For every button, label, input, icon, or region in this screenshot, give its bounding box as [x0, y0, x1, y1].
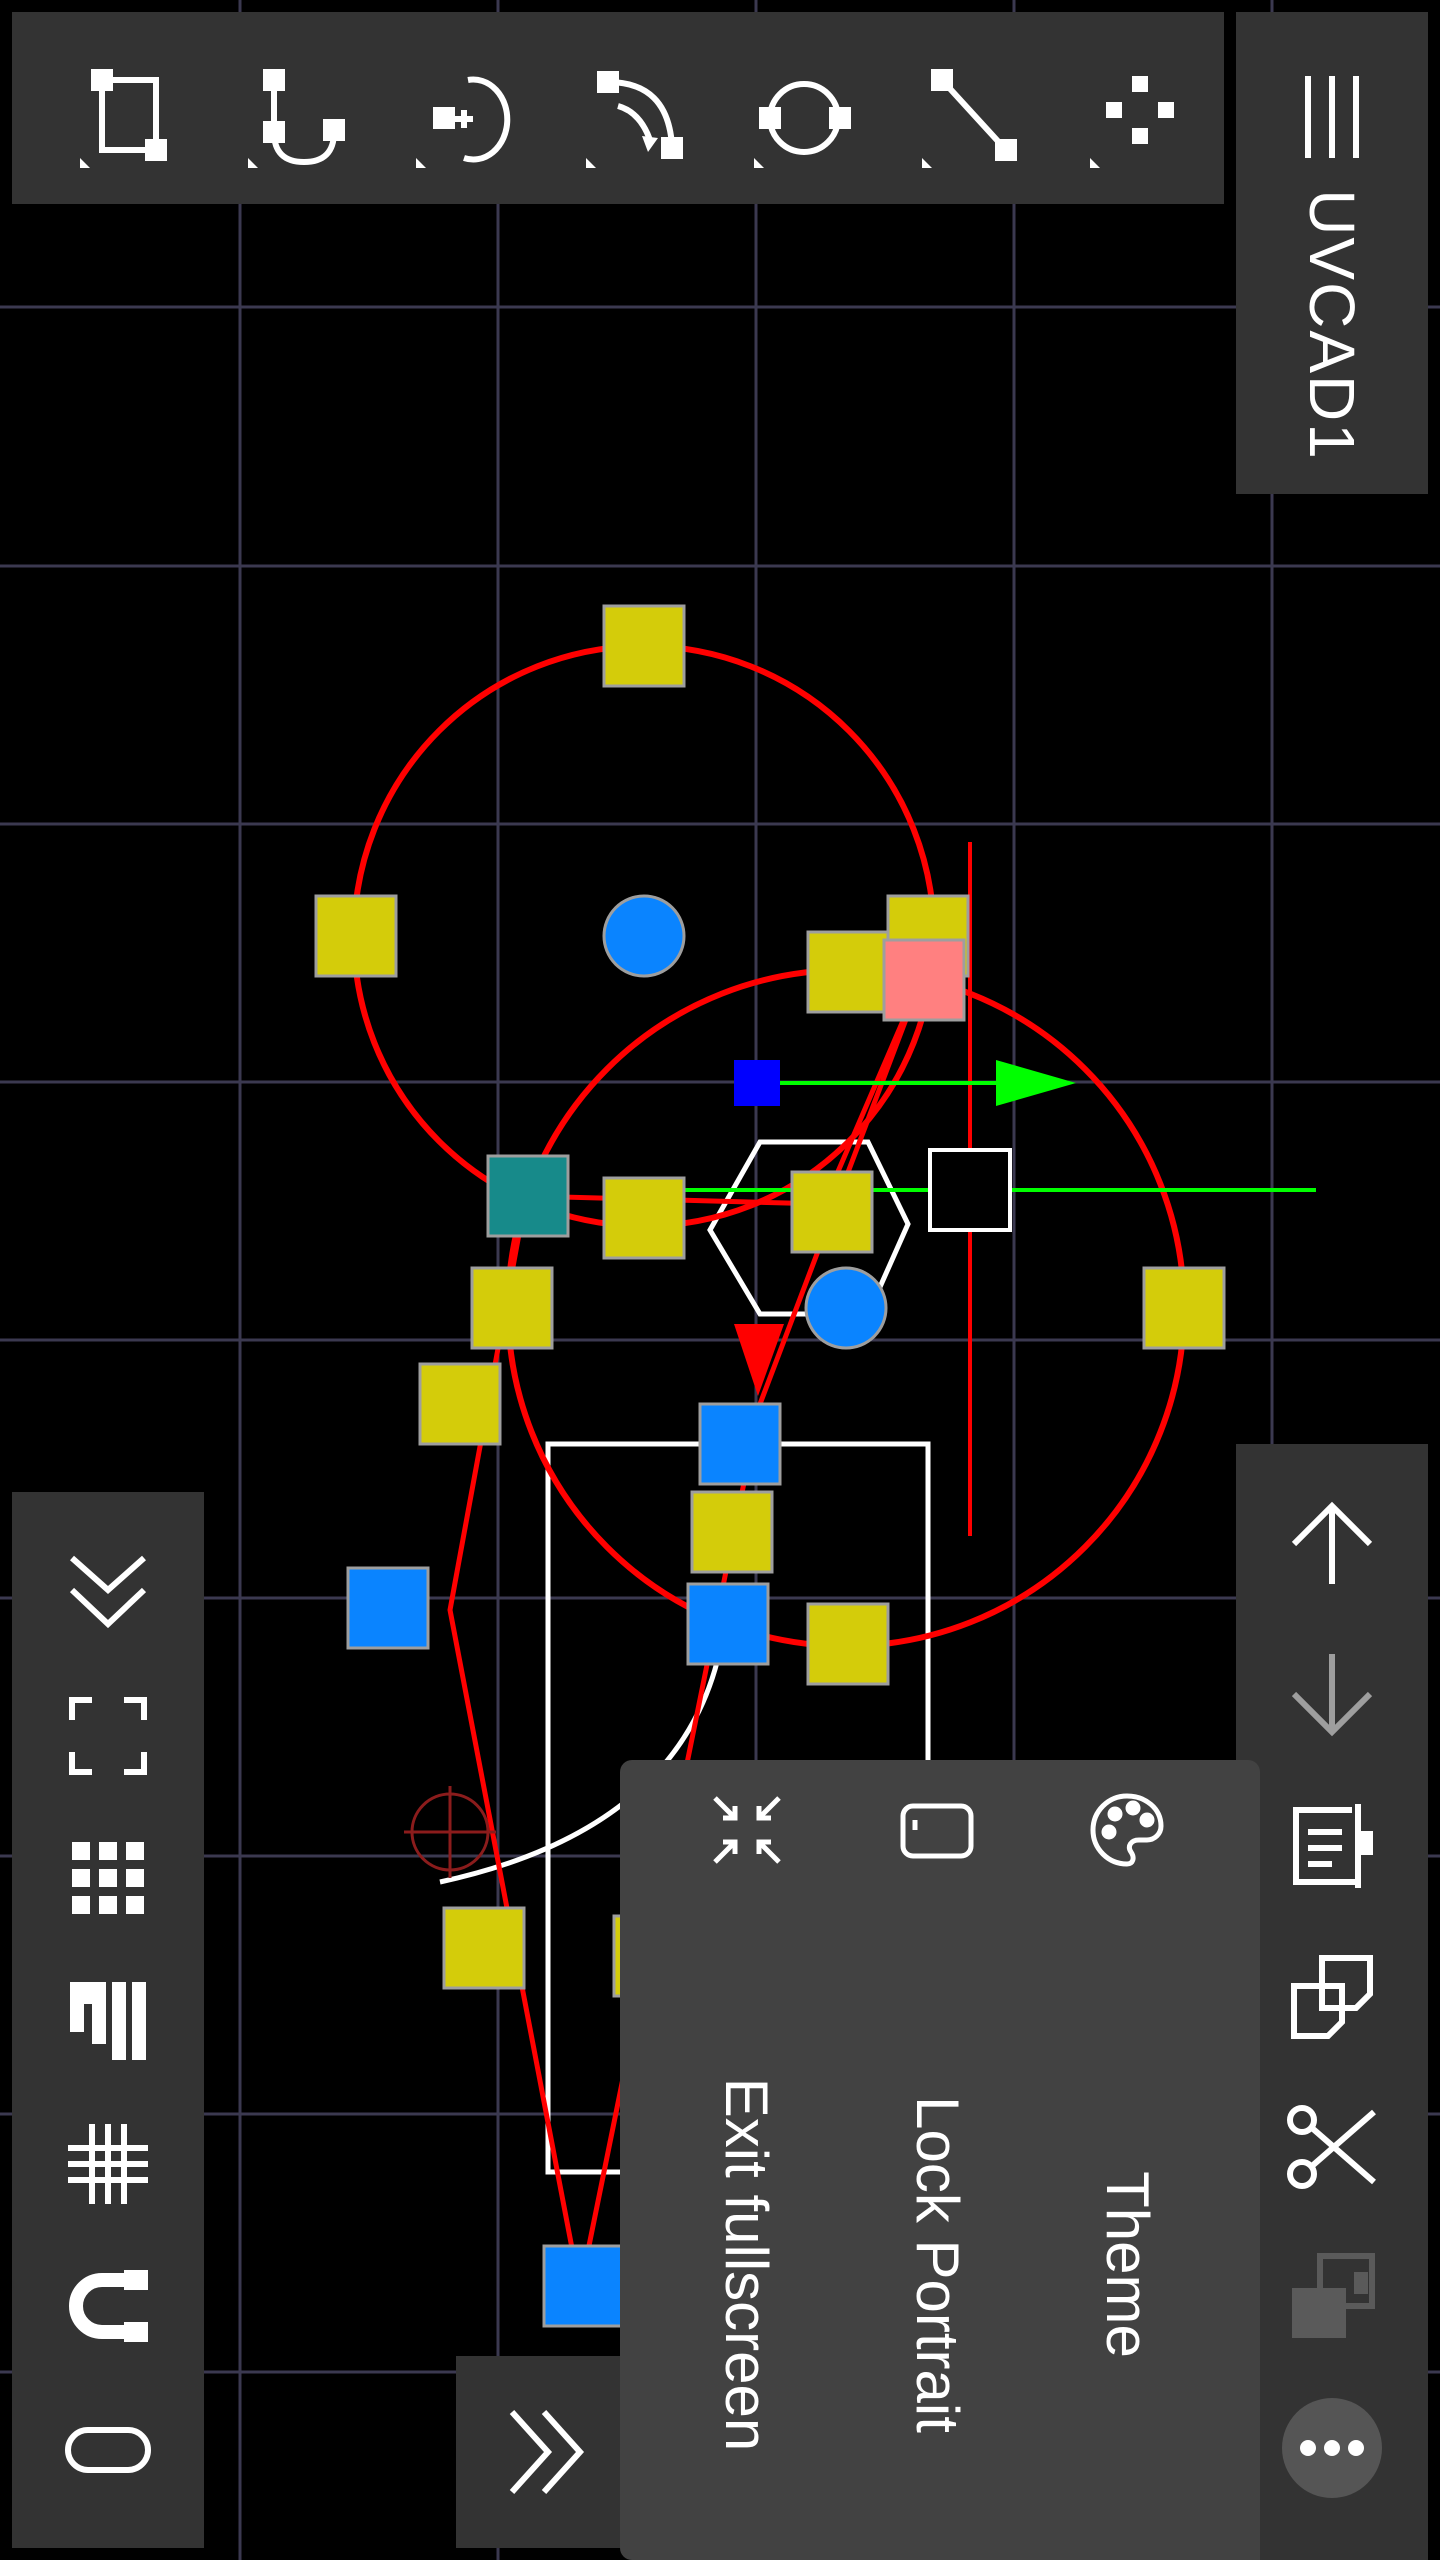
menu-label-theme: Theme	[1093, 2171, 1161, 2358]
app-title: UVCAD1	[1296, 189, 1368, 461]
control-point-handle[interactable]	[602, 604, 686, 688]
copy-icon[interactable]	[1282, 1946, 1382, 2046]
exit-fullscreen-icon	[707, 1790, 787, 1870]
view-toolbar	[12, 1492, 204, 2548]
top-toolbar	[12, 12, 1224, 204]
overflow-menu: Theme Lock Portrait Exit fullscreen	[620, 1760, 1260, 2560]
points-tool-icon[interactable]	[1082, 62, 1192, 172]
control-point-handle-teal[interactable]	[486, 1154, 570, 1238]
center-point-handle[interactable]	[804, 1266, 888, 1350]
control-point-handle[interactable]	[806, 1602, 890, 1686]
control-point-handle[interactable]	[790, 1170, 874, 1254]
circle-add-point-icon[interactable]	[408, 62, 518, 172]
grid-dots-icon[interactable]	[58, 1828, 158, 1928]
collapse-chevrons-icon[interactable]	[58, 1542, 158, 1642]
control-point-handle-selected[interactable]	[882, 938, 966, 1022]
menu-item-lock-portrait[interactable]: Lock Portrait	[842, 1760, 1032, 2560]
properties-icon[interactable]	[1282, 1796, 1382, 1896]
origin-crosshair-icon	[404, 1786, 496, 1878]
control-point-handle[interactable]	[602, 1176, 686, 1260]
control-point-handle[interactable]	[470, 1266, 554, 1350]
selection-box-handle[interactable]	[928, 1148, 1012, 1232]
arc-tool-icon[interactable]	[240, 62, 350, 172]
shape-rounded-rect-icon[interactable]	[58, 2400, 158, 2500]
control-point-handle[interactable]	[806, 930, 890, 1014]
expand-chevrons-icon[interactable]	[456, 2356, 620, 2548]
edit-toolbar	[1236, 1444, 1428, 2560]
menu-label-lock-portrait: Lock Portrait	[903, 2096, 971, 2433]
palette-icon	[1087, 1790, 1167, 1870]
vertex-handle[interactable]	[686, 1582, 770, 1666]
rotate-tool-icon[interactable]	[578, 62, 688, 172]
control-point-handle[interactable]	[690, 1490, 774, 1574]
origin-blue-square[interactable]	[734, 1060, 780, 1106]
hamburger-menu-icon[interactable]	[1282, 62, 1382, 172]
magnet-snap-icon[interactable]	[58, 2256, 158, 2356]
control-point-handle[interactable]	[1142, 1266, 1226, 1350]
rectangle-tool-icon[interactable]	[72, 62, 182, 172]
control-point-handle[interactable]	[418, 1362, 502, 1446]
screen-rotation-icon	[897, 1790, 977, 1870]
menu-item-exit-fullscreen[interactable]: Exit fullscreen	[652, 1760, 842, 2560]
vertex-handle[interactable]	[346, 1566, 430, 1650]
cut-icon[interactable]	[1282, 2096, 1382, 2196]
green-arrow-head	[996, 1060, 1076, 1106]
more-options-icon[interactable]	[1282, 2398, 1382, 2498]
menu-item-theme[interactable]: Theme	[1032, 1760, 1222, 2560]
grid-lines-icon[interactable]	[58, 2114, 158, 2214]
control-point-handle[interactable]	[442, 1906, 526, 1990]
vertex-handle[interactable]	[698, 1402, 782, 1486]
snap-points-icon[interactable]	[58, 1970, 158, 2070]
paste-icon[interactable]	[1282, 2246, 1382, 2346]
move-down-icon[interactable]	[1282, 1644, 1382, 1744]
circle-tool-icon[interactable]	[746, 62, 856, 172]
vertex-handle[interactable]	[542, 2244, 626, 2328]
control-point-handle[interactable]	[314, 894, 398, 978]
menu-label-exit-fullscreen: Exit fullscreen	[713, 2077, 781, 2452]
move-up-icon[interactable]	[1282, 1494, 1382, 1594]
center-point-handle[interactable]	[602, 894, 686, 978]
line-tool-icon[interactable]	[914, 62, 1024, 172]
fit-view-icon[interactable]	[58, 1686, 158, 1786]
